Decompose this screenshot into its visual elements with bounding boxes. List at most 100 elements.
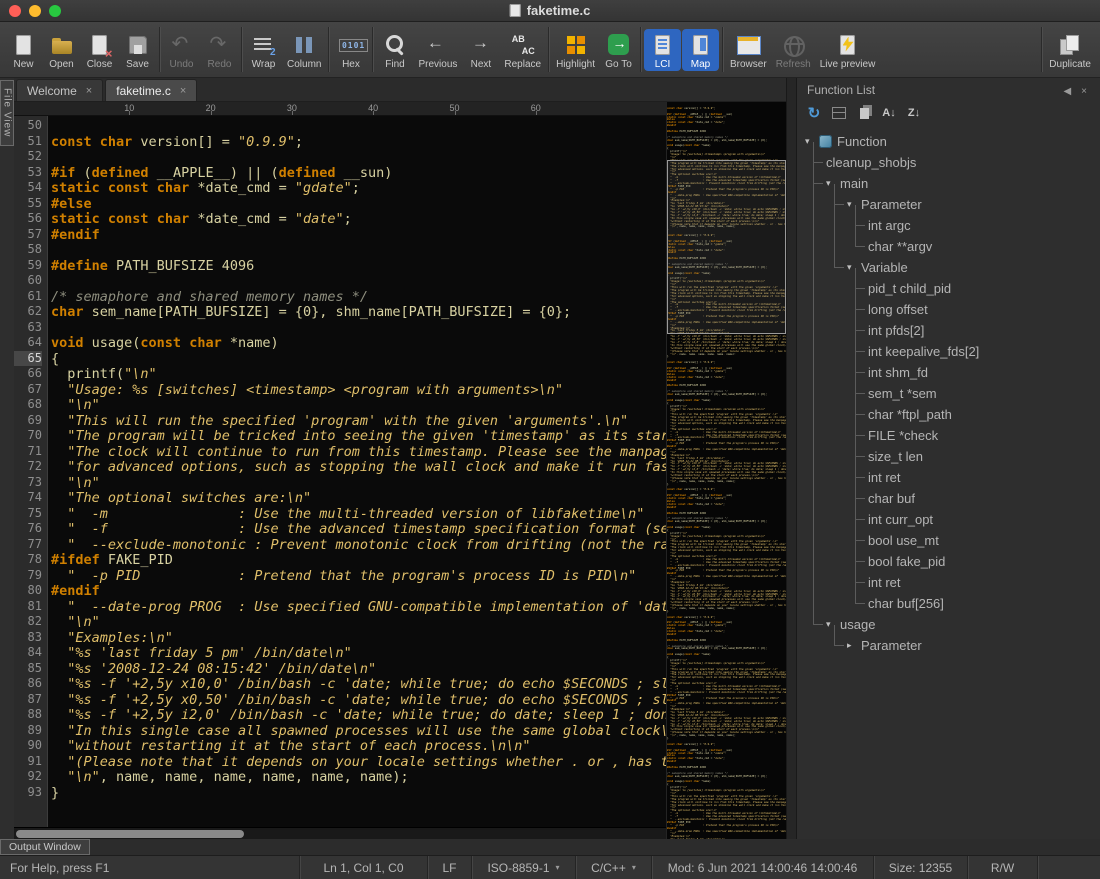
tree-item-char-ftpl-path[interactable]: char *ftpl_path [868,404,1100,425]
code-line: "%s -f '+2,5y i2,0' /bin/bash -c 'date; … [51,707,666,723]
collapse-triangle-icon[interactable]: ▾ [847,262,856,273]
toolbar-button-label: Wrap [252,59,276,70]
tree-item-bool-fake-pid[interactable]: bool fake_pid [868,551,1100,572]
tab-close-icon[interactable]: × [180,85,186,97]
toolbar-separator [159,27,160,72]
wrap-button[interactable]: Wrap [245,29,282,71]
panel-splitter[interactable] [786,78,797,839]
collapse-triangle-icon[interactable]: ▾ [805,136,814,147]
tree-item-long-offset[interactable]: long offset [868,299,1100,320]
status-cursor-position[interactable]: Ln 1, Col 1, C0 [300,856,428,879]
tree-item-int-argc[interactable]: int argc [868,215,1100,236]
tree-item-pid-t-child-pid[interactable]: pid_t child_pid [868,278,1100,299]
duplicate-button[interactable]: Duplicate [1045,29,1095,71]
new-button[interactable]: New [5,29,42,71]
collapse-triangle-icon[interactable]: ▾ [826,619,835,630]
output-window-button[interactable]: Output Window [0,839,90,855]
tree-item-char-buf-256[interactable]: char buf[256] [868,593,1100,614]
minimap-viewport[interactable] [667,160,786,334]
redo-icon [206,32,234,58]
tree-item-variable[interactable]: ▾Variable [847,257,1100,278]
status-line-ending[interactable]: LF [428,856,472,879]
next-button[interactable]: Next [462,29,499,71]
tree-item-sem-t-sem[interactable]: sem_t *sem [868,383,1100,404]
line-number: 53 [14,165,42,181]
editor-pane: 102030405060 505152535455565758596061626… [14,102,666,839]
output-row: Output Window [0,839,1100,855]
tree-item-usage[interactable]: ▾usage [826,614,1100,635]
previous-button[interactable]: Previous [414,29,461,71]
open-button[interactable]: Open [43,29,80,71]
code-line: "Usage: %s [switches] <timestamp> <progr… [51,382,666,398]
dock-panel-icon[interactable]: ◀ [1058,86,1076,97]
code-line [51,242,666,258]
tree-item-size-t-len[interactable]: size_t len [868,446,1100,467]
status-text: Mod: 6 Jun 2021 14:00:46 14:00:46 [668,861,858,875]
tree-item-char-argv[interactable]: char **argv [868,236,1100,257]
toolbar-button-label: Duplicate [1049,59,1091,70]
tree-item-parameter[interactable]: ▾Parameter [847,194,1100,215]
undo-button[interactable]: Undo [163,29,200,71]
tree-item-int-curr-opt[interactable]: int curr_opt [868,509,1100,530]
horizontal-scrollbar[interactable] [14,827,666,839]
line-number: 65 [14,351,42,367]
tree-item-char-buf[interactable]: char buf [868,488,1100,509]
tree-item-int-shm-fd[interactable]: int shm_fd [868,362,1100,383]
go-to-button[interactable]: Go To [600,29,637,71]
sort-desc-button[interactable]: Z↓ [903,103,925,123]
tab-faketime-c[interactable]: faketime.c× [105,79,197,101]
close-button[interactable]: Close [81,29,118,71]
scrollbar-thumb[interactable] [16,830,244,838]
sort-asc-button[interactable]: A↓ [878,103,900,123]
tree-item-main[interactable]: ▾main [826,173,1100,194]
tree-item-int-ret[interactable]: int ret [868,572,1100,593]
hex-button[interactable]: Hex [332,29,369,71]
tree-item-int-keepalive-fds-2[interactable]: int keepalive_fds[2] [868,341,1100,362]
highlight-button[interactable]: Highlight [552,29,599,71]
map-button[interactable]: Map [682,29,719,71]
expand-triangle-icon[interactable]: ▸ [847,640,856,651]
tree-item-function[interactable]: ▾ Function [805,131,1100,152]
replace-button[interactable]: Replace [500,29,545,71]
refresh-button[interactable]: ↻ [803,103,825,123]
code-editor[interactable]: const char version[] = "0.9.9";#if (defi… [48,116,666,827]
collapse-triangle-icon[interactable]: ▾ [847,199,856,210]
collapse-triangle-icon[interactable]: ▾ [826,178,835,189]
line-number: 92 [14,769,42,785]
status-read-write-status[interactable]: R/W [968,856,1038,879]
line-number: 62 [14,304,42,320]
tree-item-file-check[interactable]: FILE *check [868,425,1100,446]
minimap[interactable]: const char version[] = "0.9.9";#if (defi… [666,102,786,839]
tree-item-parameter[interactable]: ▸Parameter [847,635,1100,656]
minimize-window-button[interactable] [29,5,41,17]
live-preview-button[interactable]: Live preview [816,29,880,71]
panel-header: Function List ◀× [797,78,1100,100]
code-line: printf("\n" [51,366,666,382]
tab-close-icon[interactable]: × [86,85,92,97]
tab-welcome[interactable]: Welcome× [16,79,103,101]
zoom-window-button[interactable] [49,5,61,17]
file-view-tab[interactable]: File View [0,80,14,146]
tree-item-cleanup-shobjs[interactable]: cleanup_shobjs [826,152,1100,173]
refresh-button[interactable]: Refresh [772,29,815,71]
column-button[interactable]: Column [283,29,325,71]
previous-icon [424,32,452,58]
tree-item-int-pfds-2[interactable]: int pfds[2] [868,320,1100,341]
collapse-all-button[interactable] [828,103,850,123]
copy-button[interactable] [853,103,875,123]
save-button[interactable]: Save [119,29,156,71]
close-panel-icon[interactable]: × [1076,86,1092,97]
toolbar-button-label: Browser [730,59,767,70]
find-button[interactable]: Find [376,29,413,71]
browser-button[interactable]: Browser [726,29,771,71]
tree-item-bool-use-mt[interactable]: bool use_mt [868,530,1100,551]
tree-item-label: bool use_mt [868,533,939,548]
tree-item-int-ret[interactable]: int ret [868,467,1100,488]
redo-button[interactable]: Redo [201,29,238,71]
tree-item-label: Function [837,134,887,149]
status-encoding[interactable]: ISO-8859-1▾ [472,856,576,879]
lci-button[interactable]: LCI [644,29,681,71]
status-syntax-type[interactable]: C/C++▾ [576,856,652,879]
toolbar-button-label: Save [126,59,149,70]
close-window-button[interactable] [9,5,21,17]
